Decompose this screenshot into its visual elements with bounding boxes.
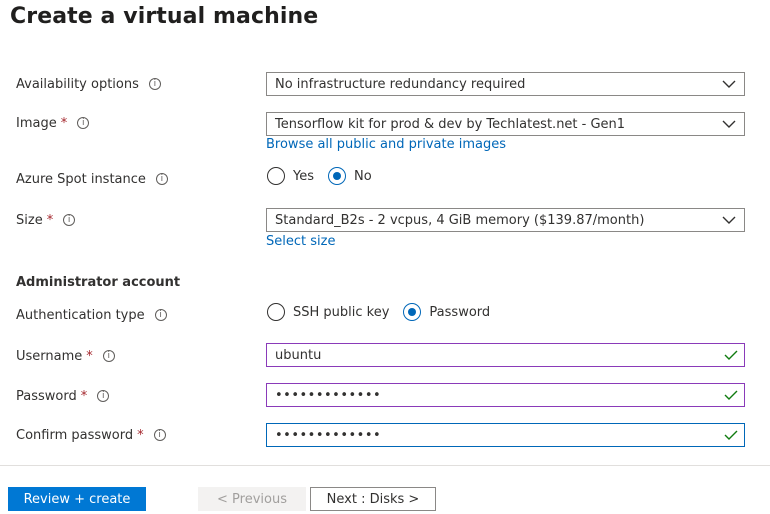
password-radio[interactable] xyxy=(403,303,422,321)
browse-images-link[interactable]: Browse all public and private images xyxy=(266,137,506,152)
size-value: Standard_B2s - 2 vcpus, 4 GiB memory ($1… xyxy=(275,212,645,228)
username-label: Username * i xyxy=(16,346,115,366)
availability-options-value: No infrastructure redundancy required xyxy=(275,76,526,92)
username-label-text: Username xyxy=(16,348,83,364)
size-dropdown[interactable]: Standard_B2s - 2 vcpus, 4 GiB memory ($1… xyxy=(266,208,745,232)
checkmark-icon xyxy=(724,430,738,440)
ssh-key-radio[interactable] xyxy=(267,303,285,321)
azure-spot-radio-group: Yes No xyxy=(267,167,386,185)
image-label: Image * i xyxy=(16,113,90,133)
username-value: ubuntu xyxy=(275,347,322,363)
footer-divider xyxy=(0,465,770,466)
availability-options-label-text: Availability options xyxy=(16,76,139,92)
confirm-password-label-text: Confirm password xyxy=(16,427,134,443)
image-dropdown[interactable]: Tensorflow kit for prod & dev by Techlat… xyxy=(266,112,745,136)
confirm-password-value: ••••••••••••• xyxy=(275,427,382,443)
create-vm-page: Create a virtual machine Availability op… xyxy=(0,0,770,514)
chevron-down-icon xyxy=(722,80,736,88)
azure-spot-label: Azure Spot instance i xyxy=(16,169,168,189)
required-marker: * xyxy=(137,427,144,443)
spot-no-label[interactable]: No xyxy=(354,169,372,184)
checkmark-icon xyxy=(724,350,738,360)
authentication-type-radio-group: SSH public key Password xyxy=(267,303,504,321)
availability-options-label: Availability options i xyxy=(16,74,161,94)
password-input[interactable]: ••••••••••••• xyxy=(266,383,745,407)
azure-spot-label-text: Azure Spot instance xyxy=(16,171,146,187)
image-value: Tensorflow kit for prod & dev by Techlat… xyxy=(275,116,626,132)
info-icon[interactable]: i xyxy=(97,390,110,402)
required-marker: * xyxy=(46,212,54,228)
info-icon[interactable]: i xyxy=(153,429,166,441)
next-disks-button[interactable]: Next : Disks > xyxy=(310,487,436,511)
password-value: ••••••••••••• xyxy=(275,387,382,403)
info-icon[interactable]: i xyxy=(154,309,167,321)
size-label: Size * i xyxy=(16,210,76,230)
checkmark-icon xyxy=(724,390,738,400)
administrator-account-heading: Administrator account xyxy=(16,275,181,290)
image-label-text: Image xyxy=(16,115,57,131)
info-icon[interactable]: i xyxy=(155,173,168,185)
required-marker: * xyxy=(86,348,93,364)
password-label: Password * i xyxy=(16,386,110,406)
confirm-password-label: Confirm password * i xyxy=(16,425,166,445)
spot-yes-radio[interactable] xyxy=(267,167,285,185)
info-icon[interactable]: i xyxy=(148,78,161,90)
size-label-text: Size xyxy=(16,212,43,228)
spot-yes-label[interactable]: Yes xyxy=(293,169,314,184)
ssh-key-label[interactable]: SSH public key xyxy=(293,305,389,320)
chevron-down-icon xyxy=(722,216,736,224)
password-radio-label[interactable]: Password xyxy=(429,305,490,320)
password-label-text: Password xyxy=(16,388,77,404)
authentication-type-label-text: Authentication type xyxy=(16,307,145,323)
required-marker: * xyxy=(80,388,88,404)
required-marker: * xyxy=(60,115,68,131)
username-input[interactable]: ubuntu xyxy=(266,343,745,367)
page-title: Create a virtual machine xyxy=(10,4,319,29)
info-icon[interactable]: i xyxy=(63,214,76,226)
review-create-button[interactable]: Review + create xyxy=(8,487,146,511)
spot-no-radio[interactable] xyxy=(328,167,346,185)
select-size-link[interactable]: Select size xyxy=(266,234,335,249)
info-icon[interactable]: i xyxy=(77,117,90,129)
authentication-type-label: Authentication type i xyxy=(16,305,167,325)
confirm-password-input[interactable]: ••••••••••••• xyxy=(266,423,745,447)
previous-button[interactable]: < Previous xyxy=(198,487,306,511)
info-icon[interactable]: i xyxy=(102,350,115,362)
availability-options-dropdown[interactable]: No infrastructure redundancy required xyxy=(266,72,745,96)
chevron-down-icon xyxy=(722,120,736,128)
